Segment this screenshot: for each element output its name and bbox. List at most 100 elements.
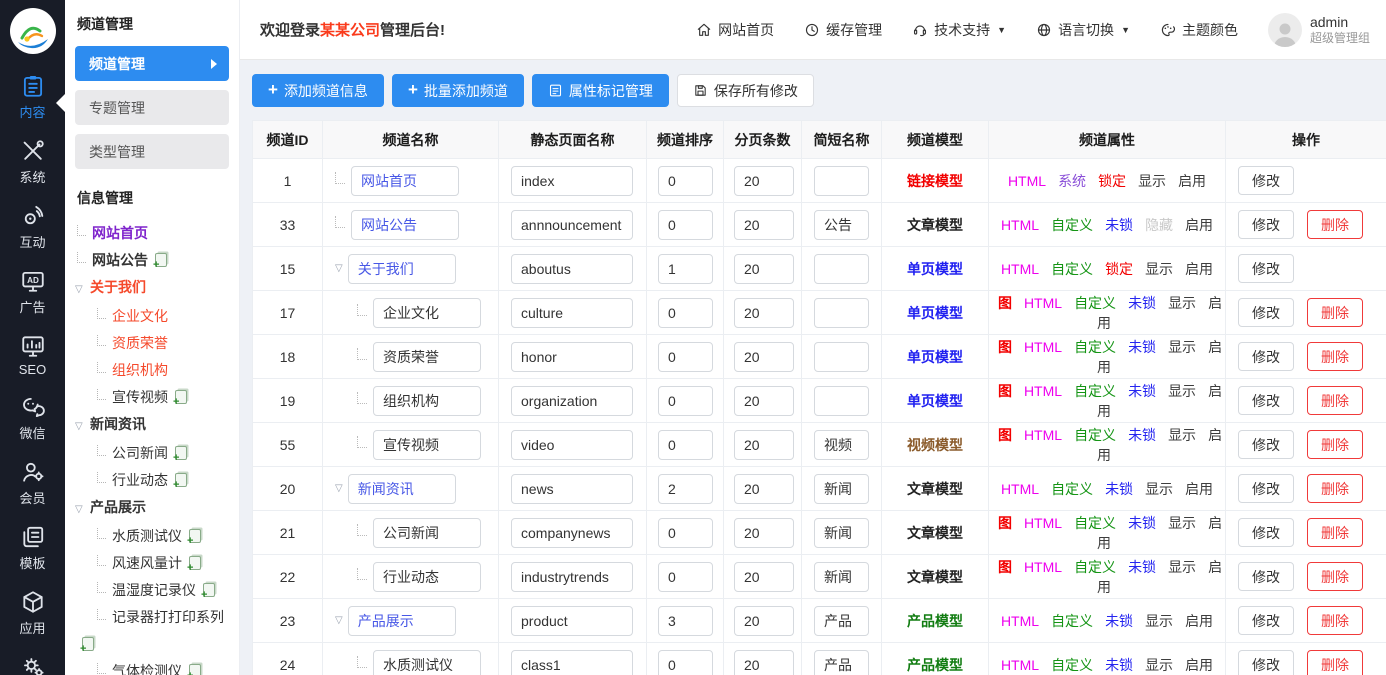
attr-flag[interactable]: HTML <box>1008 173 1046 189</box>
attr-flag[interactable]: 启用 <box>1178 173 1206 189</box>
per-page-input[interactable] <box>734 562 794 592</box>
nav-theme-color[interactable]: 主题颜色 <box>1160 20 1238 40</box>
delete-button[interactable]: 删除 <box>1307 562 1363 591</box>
short-name-input[interactable] <box>814 606 869 636</box>
edit-button[interactable]: 修改 <box>1238 562 1294 591</box>
attr-flag[interactable]: HTML <box>1001 481 1039 497</box>
attr-flag[interactable]: 显示 <box>1145 261 1173 277</box>
attr-flag[interactable]: 自定义 <box>1074 383 1116 399</box>
attr-flag[interactable]: 显示 <box>1168 383 1196 399</box>
attr-flag[interactable]: HTML <box>1024 427 1062 443</box>
sort-input[interactable] <box>658 342 713 372</box>
static-name-input[interactable] <box>511 386 633 416</box>
attr-flag[interactable]: 图 <box>998 427 1012 443</box>
attr-flag[interactable]: HTML <box>1001 217 1039 233</box>
tree-item[interactable]: 风速风量计 <box>75 550 229 577</box>
attr-flag[interactable]: 自定义 <box>1074 339 1116 355</box>
add-doc-icon[interactable] <box>175 390 187 404</box>
chevron-down-icon[interactable]: ▽ <box>75 413 90 440</box>
attr-flag[interactable]: 锁定 <box>1105 261 1133 277</box>
static-name-input[interactable] <box>511 342 633 372</box>
channel-name-input[interactable] <box>348 606 456 636</box>
attr-flag[interactable]: HTML <box>1024 515 1062 531</box>
batch-add-channel-button[interactable]: +批量添加频道 <box>392 74 524 107</box>
attr-flag[interactable]: 显示 <box>1145 481 1173 497</box>
sidebar-item-member[interactable]: 会员 <box>0 450 65 515</box>
attr-flag[interactable]: 未锁 <box>1128 427 1156 443</box>
chevron-down-icon[interactable]: ▽ <box>75 276 90 303</box>
attr-flag[interactable]: 启用 <box>1185 217 1213 233</box>
static-name-input[interactable] <box>511 562 633 592</box>
sort-input[interactable] <box>658 430 713 460</box>
attr-flag[interactable]: 自定义 <box>1074 295 1116 311</box>
attr-flag[interactable]: 显示 <box>1168 515 1196 531</box>
sidebar-item-settings[interactable]: 设置 <box>0 645 65 675</box>
static-name-input[interactable] <box>511 474 633 504</box>
attr-flag[interactable]: 自定义 <box>1074 559 1116 575</box>
per-page-input[interactable] <box>734 254 794 284</box>
attr-flag[interactable]: 自定义 <box>1051 657 1093 673</box>
attr-flag[interactable]: 图 <box>998 559 1012 575</box>
tree-item[interactable]: 气体检测仪 <box>75 658 229 675</box>
attr-flag[interactable]: 自定义 <box>1051 481 1093 497</box>
per-page-input[interactable] <box>734 166 794 196</box>
attr-flag[interactable]: 显示 <box>1168 559 1196 575</box>
add-doc-icon[interactable] <box>82 637 94 651</box>
static-name-input[interactable] <box>511 650 633 675</box>
attr-flag[interactable]: 自定义 <box>1051 261 1093 277</box>
short-name-input[interactable] <box>814 562 869 592</box>
attr-flag[interactable]: 图 <box>998 295 1012 311</box>
attr-flag[interactable]: 启用 <box>1185 261 1213 277</box>
sort-input[interactable] <box>658 254 713 284</box>
sort-input[interactable] <box>658 210 713 240</box>
static-name-input[interactable] <box>511 606 633 636</box>
static-name-input[interactable] <box>511 430 633 460</box>
static-name-input[interactable] <box>511 166 633 196</box>
short-name-input[interactable] <box>814 210 869 240</box>
chevron-down-icon[interactable]: ▽ <box>75 496 90 523</box>
tree-item[interactable]: 企业文化 <box>75 303 229 330</box>
sort-input[interactable] <box>658 166 713 196</box>
add-doc-icon[interactable] <box>175 473 187 487</box>
delete-button[interactable]: 删除 <box>1307 650 1363 675</box>
nav-cache-manage[interactable]: 缓存管理 <box>804 20 882 40</box>
per-page-input[interactable] <box>734 650 794 675</box>
attr-flag[interactable]: 显示 <box>1138 173 1166 189</box>
nav-tech-support[interactable]: 技术支持▼ <box>912 20 1006 40</box>
delete-button[interactable]: 删除 <box>1307 606 1363 635</box>
attr-flag[interactable]: 自定义 <box>1074 515 1116 531</box>
attr-flag[interactable]: 显示 <box>1168 295 1196 311</box>
short-name-input[interactable] <box>814 518 869 548</box>
delete-button[interactable]: 删除 <box>1307 342 1363 371</box>
panel-menu-type-manage[interactable]: 类型管理 <box>75 134 229 169</box>
sidebar-item-interact[interactable]: 互动 <box>0 194 65 259</box>
sidebar-item-app[interactable]: 应用 <box>0 580 65 645</box>
attr-flag[interactable]: 未锁 <box>1128 515 1156 531</box>
delete-button[interactable]: 删除 <box>1307 518 1363 547</box>
tree-item[interactable]: 行业动态 <box>75 467 229 494</box>
tree-item[interactable]: ▽关于我们 <box>75 274 229 303</box>
add-doc-icon[interactable] <box>175 446 187 460</box>
attr-flag[interactable]: 启用 <box>1185 481 1213 497</box>
tree-item[interactable]: 宣传视频 <box>75 384 229 411</box>
channel-name-input[interactable] <box>373 342 481 372</box>
attr-flag[interactable]: 未锁 <box>1128 339 1156 355</box>
edit-button[interactable]: 修改 <box>1238 474 1294 503</box>
short-name-input[interactable] <box>814 430 869 460</box>
short-name-input[interactable] <box>814 386 869 416</box>
delete-button[interactable]: 删除 <box>1307 386 1363 415</box>
add-doc-icon[interactable] <box>189 556 201 570</box>
sort-input[interactable] <box>658 562 713 592</box>
add-doc-icon[interactable] <box>189 664 201 675</box>
tree-item[interactable]: 资质荣誉 <box>75 330 229 357</box>
channel-name-input[interactable] <box>373 386 481 416</box>
sidebar-item-ads[interactable]: AD广告 <box>0 259 65 324</box>
short-name-input[interactable] <box>814 166 869 196</box>
logo[interactable] <box>10 8 56 54</box>
attr-flag[interactable]: 隐藏 <box>1145 217 1173 233</box>
channel-name-input[interactable] <box>351 166 459 196</box>
edit-button[interactable]: 修改 <box>1238 386 1294 415</box>
attr-flag[interactable]: 图 <box>998 383 1012 399</box>
tree-item[interactable]: 组织机构 <box>75 357 229 384</box>
attr-flag[interactable]: 自定义 <box>1051 613 1093 629</box>
